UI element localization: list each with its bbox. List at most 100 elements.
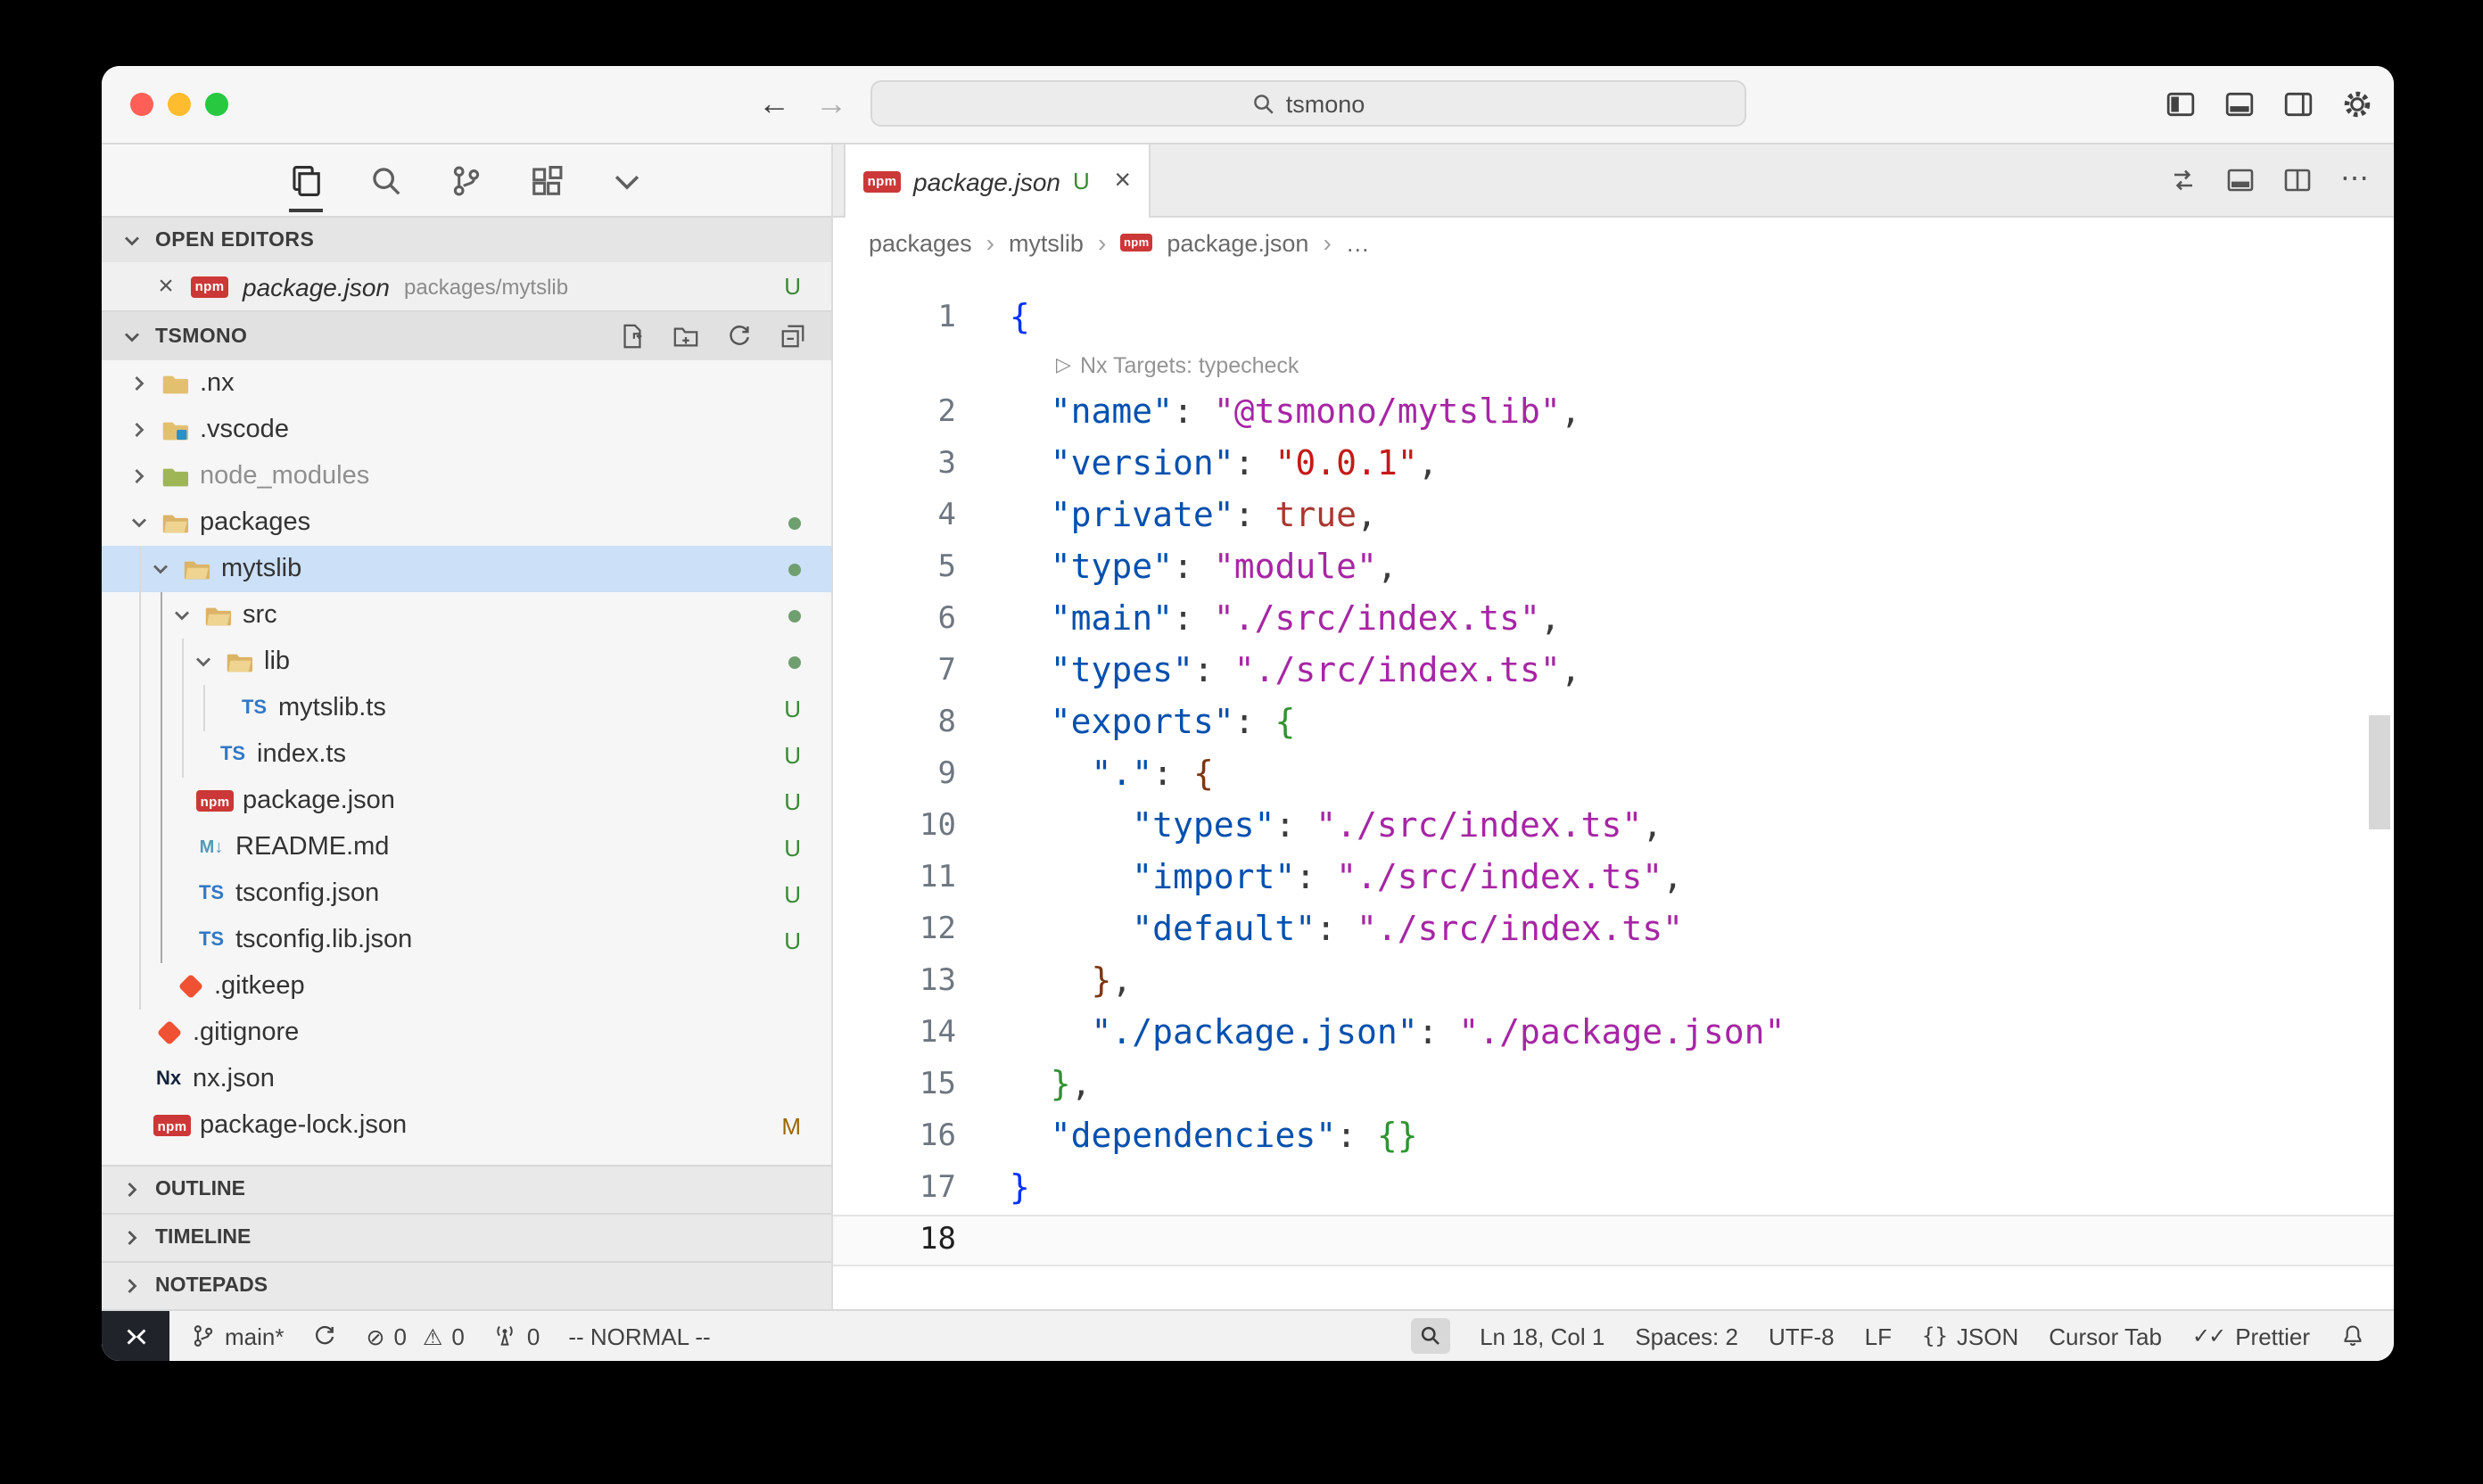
code-line-1[interactable]: 1{	[833, 293, 2394, 344]
breadcrumb-packages[interactable]: packages	[869, 229, 972, 256]
collapse-all-button[interactable]	[780, 323, 806, 350]
explorer-view-button[interactable]	[289, 152, 323, 212]
tree-item-mytslib-ts[interactable]: TSmytslib.tsU	[102, 685, 831, 731]
close-window-button[interactable]	[130, 93, 153, 116]
timeline-section-header[interactable]: TIMELINE	[102, 1213, 831, 1261]
refresh-button[interactable]	[726, 323, 753, 350]
extensions-view-button[interactable]	[530, 152, 564, 212]
folder-icon	[161, 463, 191, 490]
tree-item-packages[interactable]: packages	[102, 499, 831, 546]
toggle-secondary-sidebar-button[interactable]	[2283, 89, 2314, 120]
code-line-15[interactable]: 15 },	[833, 1059, 2394, 1111]
source-control-view-button[interactable]	[450, 152, 483, 212]
formatter-status[interactable]: ✓✓ Prettier	[2192, 1323, 2310, 1349]
code-line-8[interactable]: 8 "exports": {	[833, 697, 2394, 749]
chevron-down-icon	[148, 556, 173, 581]
outline-section-header[interactable]: OUTLINE	[102, 1165, 831, 1213]
minimize-window-button[interactable]	[168, 93, 191, 116]
search-icon	[369, 163, 403, 197]
explorer-actions	[619, 323, 806, 350]
maximize-window-button[interactable]	[205, 93, 228, 116]
code-line-12[interactable]: 12 "default": "./src/index.ts"	[833, 904, 2394, 956]
code-line-18[interactable]: 18	[833, 1215, 2394, 1266]
branch-status[interactable]: main*	[191, 1323, 285, 1349]
code-line-6[interactable]: 6 "main": "./src/index.ts",	[833, 594, 2394, 646]
tree-item-tsconfig-lib-json[interactable]: TStsconfig.lib.jsonU	[102, 917, 831, 963]
more-views-button[interactable]	[610, 152, 644, 212]
notifications-bell[interactable]	[2340, 1323, 2365, 1348]
encoding-status[interactable]: UTF-8	[1769, 1323, 1835, 1349]
open-editors-header[interactable]: OPEN EDITORS	[102, 216, 831, 262]
editor-scrollbar[interactable]	[2369, 715, 2390, 829]
code-line-4[interactable]: 4 "private": true,	[833, 491, 2394, 542]
indentation-status[interactable]: Spaces: 2	[1635, 1323, 1738, 1349]
code-line-13[interactable]: 13 },	[833, 956, 2394, 1008]
tab-package-json[interactable]: npm package.json U ×	[844, 144, 1151, 218]
code-line-10[interactable]: 10 "types": "./src/index.ts",	[833, 801, 2394, 853]
breadcrumb-symbol[interactable]: …	[1346, 229, 1370, 256]
tree-item-package-json[interactable]: npmpackage.jsonU	[102, 778, 831, 824]
breadcrumb-package-json[interactable]: package.json	[1167, 229, 1308, 256]
chevron-down-icon	[169, 603, 194, 628]
code-line-7[interactable]: 7 "types": "./src/index.ts",	[833, 646, 2394, 697]
cursor-position-status[interactable]: Ln 18, Col 1	[1480, 1323, 1604, 1349]
tree-item-lib[interactable]: lib	[102, 639, 831, 685]
tree-item-mytslib[interactable]: mytslib	[102, 546, 831, 592]
search-view-button[interactable]	[369, 152, 403, 212]
code-line-9[interactable]: 9 ".": {	[833, 749, 2394, 801]
tree-item-nx-json[interactable]: Nxnx.json	[102, 1056, 831, 1102]
new-file-button[interactable]	[619, 323, 646, 350]
eol-status[interactable]: LF	[1865, 1323, 1892, 1349]
split-editor-button[interactable]	[2283, 166, 2312, 194]
tree-item-gitkeep[interactable]: .gitkeep	[102, 963, 831, 1010]
close-editor-icon[interactable]: ×	[155, 271, 177, 301]
typescript-icon: TS	[239, 695, 269, 721]
line-number: 7	[833, 646, 1010, 697]
open-changes-button[interactable]	[2169, 166, 2198, 194]
open-editor-package-json[interactable]: × npm package.json packages/mytslib U	[102, 262, 831, 310]
code-line-2[interactable]: 2 "name": "@tsmono/mytslib",	[833, 387, 2394, 439]
code-line-11[interactable]: 11 "import": "./src/index.ts",	[833, 853, 2394, 904]
sync-status[interactable]	[313, 1323, 338, 1348]
zoom-indicator[interactable]	[1410, 1318, 1449, 1354]
command-center-search[interactable]: tsmono	[870, 80, 1746, 127]
codelens-nx-targets[interactable]: ▷Nx Targets: typecheck	[1056, 344, 1299, 387]
cursor-tab-status[interactable]: Cursor Tab	[2049, 1323, 2162, 1349]
remote-indicator-button[interactable]	[102, 1311, 169, 1361]
code-line-3[interactable]: 3 "version": "0.0.1",	[833, 439, 2394, 491]
toggle-primary-sidebar-button[interactable]	[2165, 89, 2196, 120]
back-button[interactable]: ←	[758, 80, 790, 127]
code-line-14[interactable]: 14 "./package.json": "./package.json"	[833, 1008, 2394, 1059]
code-line-17[interactable]: 17}	[833, 1163, 2394, 1215]
tree-item-src[interactable]: src	[102, 592, 831, 639]
search-value: tsmono	[1286, 90, 1365, 117]
tree-item-index-ts[interactable]: TSindex.tsU	[102, 731, 831, 778]
tree-item-readme-md[interactable]: M↓README.mdU	[102, 824, 831, 870]
explorer-section-header[interactable]: TSMONO	[102, 310, 831, 360]
language-mode-status[interactable]: {} JSON	[1922, 1323, 2018, 1349]
toggle-panel-button[interactable]	[2224, 89, 2255, 120]
git-status-badge: U	[784, 695, 801, 721]
code-editor[interactable]: 1{▷Nx Targets: typecheck2 "name": "@tsmo…	[833, 268, 2394, 1309]
more-actions-button[interactable]: ⋯	[2340, 166, 2369, 194]
tree-item-gitignore[interactable]: .gitignore	[102, 1010, 831, 1056]
customize-layout-button[interactable]	[2226, 166, 2255, 194]
settings-gear-button[interactable]	[2342, 89, 2372, 120]
tree-item-package-lock-json[interactable]: npmpackage-lock.jsonM	[102, 1102, 831, 1149]
problems-status[interactable]: ⊘ 0 ⚠ 0	[367, 1323, 465, 1349]
ports-status[interactable]: 0	[493, 1323, 540, 1349]
chevron-right-icon: ›	[1323, 228, 1331, 257]
code-line-5[interactable]: 5 "type": "module",	[833, 542, 2394, 594]
tab-close-icon[interactable]: ×	[1114, 165, 1131, 197]
tree-item-node-modules[interactable]: node_modules	[102, 453, 831, 499]
tree-item-nx[interactable]: .nx	[102, 360, 831, 407]
new-folder-button[interactable]	[672, 323, 699, 350]
forward-button[interactable]: →	[815, 80, 847, 127]
notepads-section-header[interactable]: NOTEPADS	[102, 1261, 831, 1309]
vim-mode-status[interactable]: -- NORMAL --	[568, 1323, 710, 1349]
code-line-16[interactable]: 16 "dependencies": {}	[833, 1111, 2394, 1163]
tree-item-tsconfig-json[interactable]: TStsconfig.jsonU	[102, 870, 831, 917]
tab-git-badge: U	[1073, 168, 1090, 194]
breadcrumb-mytslib[interactable]: mytslib	[1009, 229, 1084, 256]
tree-item-vscode[interactable]: .vscode	[102, 407, 831, 453]
